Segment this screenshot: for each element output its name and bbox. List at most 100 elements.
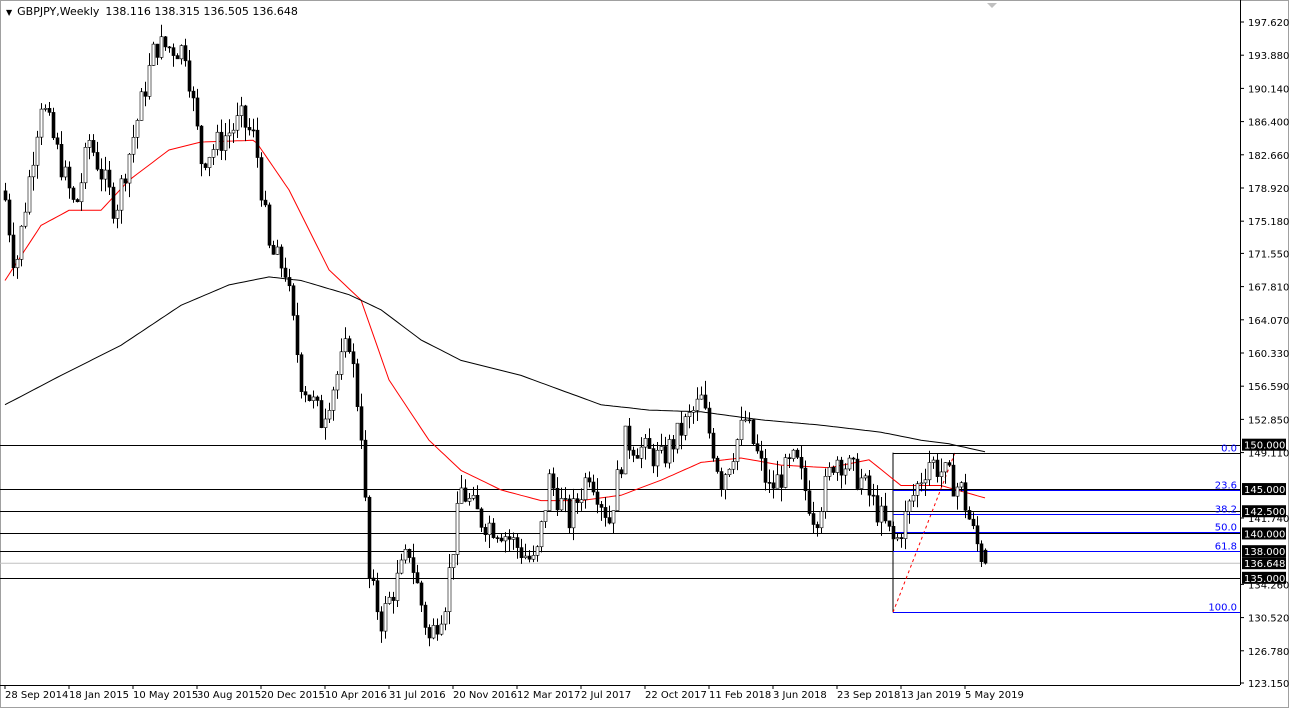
candle-body-bull [19, 225, 24, 260]
candle [267, 202, 272, 249]
candle [331, 386, 336, 421]
candle-body-bull [931, 459, 936, 463]
price-level-label: 135.000 [1244, 574, 1285, 585]
price-tick-label: 190.140 [1248, 84, 1289, 95]
candle-body-bear [971, 518, 976, 527]
candle-body-bull [451, 554, 456, 568]
candle [639, 437, 644, 469]
candle [911, 483, 916, 507]
candle [615, 460, 620, 511]
candle-body-bear [963, 482, 968, 511]
candle-body-bull [323, 418, 328, 428]
candle-body-bear [891, 526, 896, 540]
candle [323, 408, 328, 440]
candle [583, 472, 588, 509]
candle-body-bear [759, 450, 764, 459]
candle [199, 124, 204, 177]
candle [59, 131, 64, 181]
candle [83, 142, 88, 190]
candle-body-bull [63, 166, 68, 178]
time-tick-label: 23 Sep 2018 [837, 690, 900, 701]
candle-body-bull [943, 462, 948, 473]
candle-body-bull [675, 422, 680, 450]
candle-body-bull [147, 65, 152, 97]
fib-level-label: 61.8 [1215, 542, 1237, 553]
candle-body-bear [719, 471, 724, 490]
candle-body-bull [131, 136, 136, 155]
candle [503, 532, 508, 553]
candle-body-bear [187, 60, 192, 92]
candle [751, 418, 756, 446]
candle [75, 198, 80, 203]
candle-body-bear [763, 458, 768, 483]
candle [663, 436, 668, 468]
candle-body-bull [43, 108, 48, 110]
candle [383, 596, 388, 639]
candle-body-bear [499, 537, 504, 542]
candle [387, 591, 392, 605]
candle [727, 468, 732, 477]
candle-body-bear [295, 315, 300, 356]
candle-body-bull [823, 476, 828, 512]
candle-body-bear [291, 285, 296, 316]
candle-body-bear [831, 466, 836, 473]
candle [755, 434, 760, 454]
candle [179, 44, 184, 65]
candle [711, 428, 716, 462]
candle-body-bear [55, 137, 60, 145]
price-tick-label: 167.810 [1248, 283, 1289, 294]
price-tick-label: 152.850 [1248, 415, 1289, 426]
candle [715, 455, 720, 474]
price-level-label: 145.000 [1244, 485, 1285, 496]
candle-body-bull [39, 108, 44, 138]
candle [515, 533, 520, 559]
candle [423, 601, 428, 635]
candle-body-bull [859, 477, 864, 489]
candle [919, 472, 924, 492]
candle-body-bull [471, 495, 476, 499]
candle [859, 468, 864, 495]
candle [743, 410, 748, 423]
candle-body-bear [755, 443, 760, 452]
time-tick-label: 28 Sep 2014 [5, 690, 68, 701]
candle-body-bull [455, 503, 460, 555]
candle-body-bull [895, 537, 900, 540]
candle-body-bear [263, 199, 268, 206]
candle [115, 204, 120, 229]
candle-body-bear [307, 394, 312, 401]
candle-body-bear [883, 505, 888, 522]
candle-body-bear [671, 439, 676, 450]
candle-body-bear [607, 517, 612, 524]
candle [171, 43, 176, 67]
candle-body-bull [235, 115, 240, 131]
candle [427, 624, 432, 647]
candle [791, 448, 796, 462]
candle-body-bull [115, 209, 120, 219]
candle-body-bull [331, 389, 336, 411]
candle-body-bear [811, 513, 816, 525]
candle [119, 175, 124, 224]
candle-body-bear [851, 457, 856, 460]
candle-body-bear [163, 36, 168, 48]
candle-body-bear [599, 504, 604, 508]
candle-body-bear [411, 557, 416, 573]
candle [627, 418, 632, 459]
candle-body-bull [571, 498, 576, 529]
candle-body-bull [275, 246, 280, 255]
candle-body-bull [459, 487, 464, 504]
candle [575, 493, 580, 514]
candle [219, 119, 224, 160]
fib-level-label: 100.0 [1208, 603, 1237, 614]
price-chart[interactable]: 197.620 193.880 190.140 186.400 182.660 178.9… [0, 0, 1289, 708]
candle-body-bear [415, 572, 420, 584]
candle [235, 102, 240, 138]
candle [559, 487, 564, 512]
candle-body-bear [551, 473, 556, 489]
candle [823, 468, 828, 519]
candle-body-bear [715, 457, 720, 472]
candle-body-bear [3, 190, 8, 201]
candle-body-bull [543, 510, 548, 522]
candle-body-bull [523, 555, 528, 559]
candle-body-bull [731, 461, 736, 470]
candle-body-bear [803, 467, 808, 492]
